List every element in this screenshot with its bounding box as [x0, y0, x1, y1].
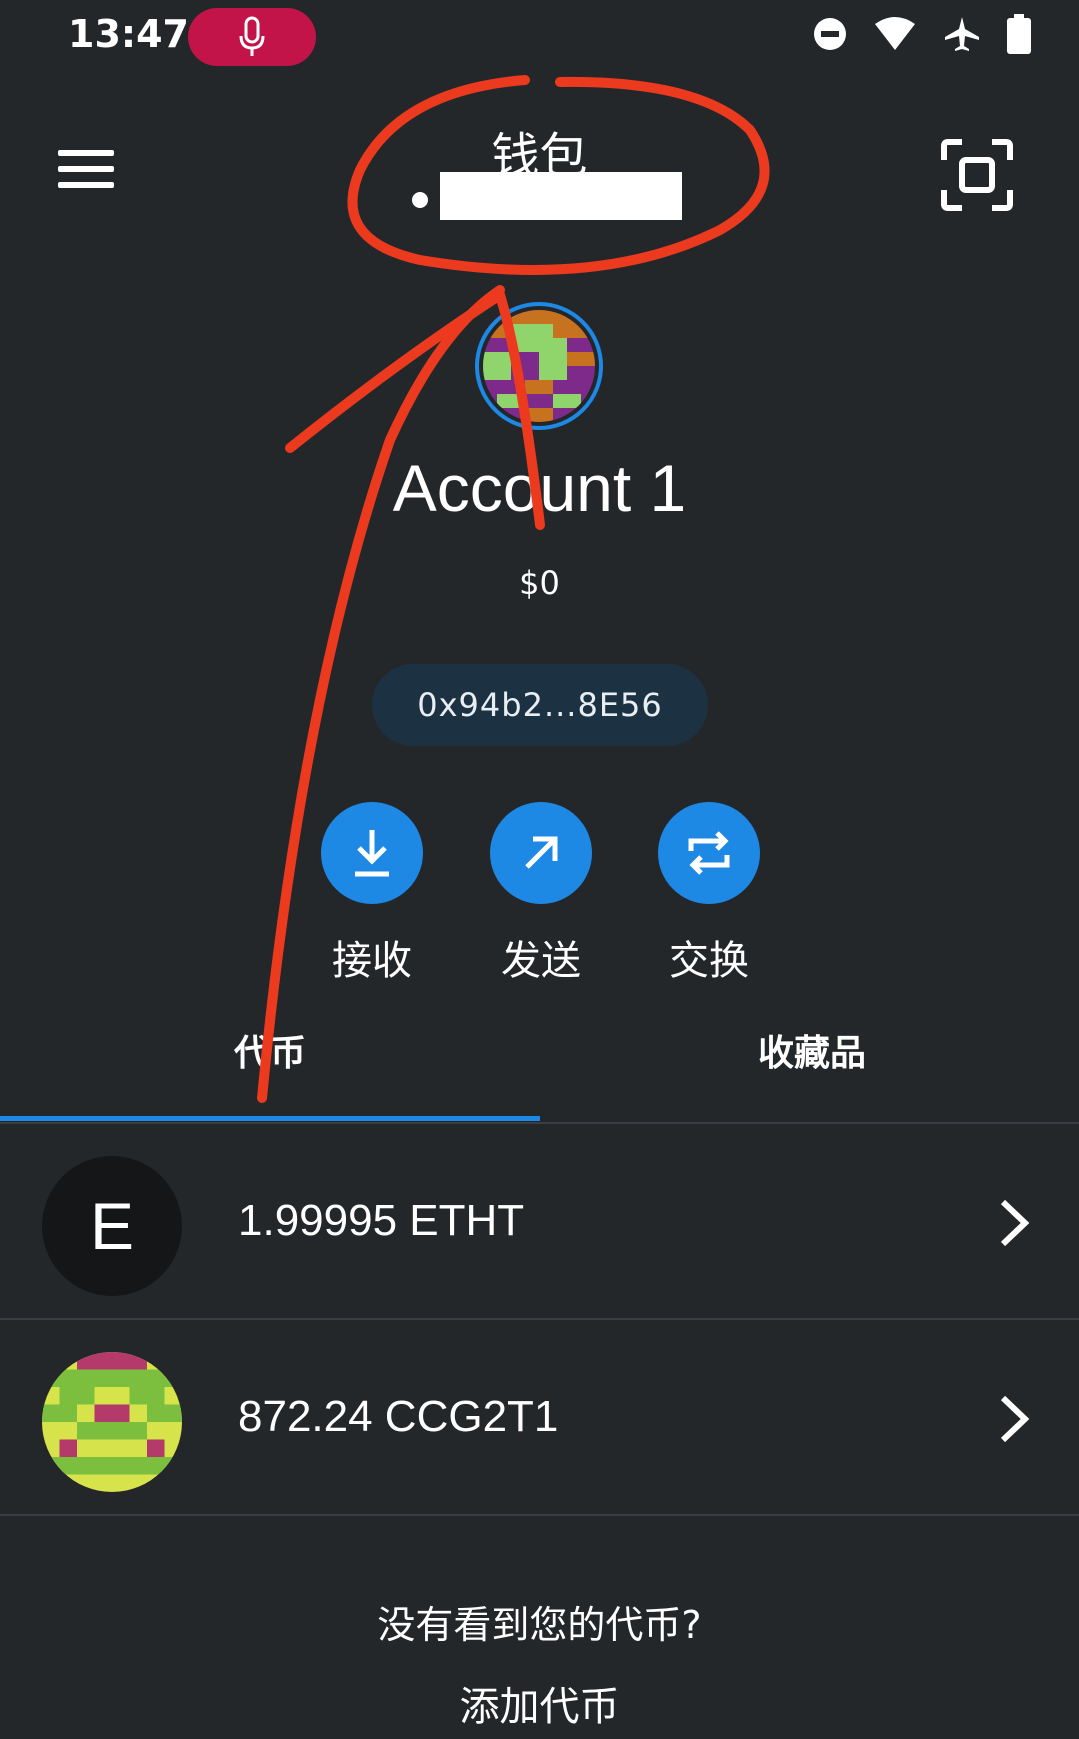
swap-label: 交换 — [669, 938, 749, 984]
address-text: 0x94b2...8E56 — [417, 686, 663, 724]
network-status-dot — [412, 192, 428, 208]
battery-icon — [1007, 14, 1031, 54]
identicon-avatar — [483, 310, 595, 422]
receive-icon — [321, 802, 423, 904]
account-name[interactable]: Account 1 — [0, 450, 1079, 526]
send-button[interactable]: 发送 — [481, 802, 601, 986]
tab-tokens[interactable]: 代币 — [234, 1024, 306, 1076]
receive-label: 接收 — [332, 938, 412, 984]
account-balance: $0 — [519, 564, 560, 602]
token-icon-ccg2t1 — [42, 1352, 182, 1492]
airplane-icon — [945, 17, 979, 51]
active-tab-indicator — [0, 1116, 540, 1121]
missing-token-question: 没有看到您的代币? — [377, 1603, 702, 1647]
status-time: 13:47 — [68, 12, 189, 56]
account-avatar[interactable] — [475, 302, 603, 430]
do-not-disturb-icon — [814, 18, 846, 50]
add-token-link[interactable]: 添加代币 — [0, 1674, 1079, 1732]
swap-button[interactable]: 交换 — [649, 802, 769, 986]
send-icon — [490, 802, 592, 904]
scan-icon[interactable] — [940, 138, 1014, 212]
mic-icon — [239, 16, 265, 56]
tab-collectibles[interactable]: 收藏品 — [758, 1024, 866, 1076]
status-icons — [813, 14, 1031, 54]
mic-indicator[interactable] — [188, 8, 316, 66]
chevron-right-icon — [1000, 1199, 1030, 1247]
swap-icon — [658, 802, 760, 904]
address-copy-button[interactable]: 0x94b2...8E56 — [372, 664, 708, 746]
token-amount: 1.99995 ETHT — [238, 1196, 525, 1245]
chevron-right-icon — [1000, 1395, 1030, 1443]
send-label: 发送 — [501, 938, 581, 984]
token-amount: 872.24 CCG2T1 — [238, 1392, 559, 1441]
receive-button[interactable]: 接收 — [312, 802, 432, 986]
network-name-redacted[interactable] — [440, 172, 682, 220]
token-row-ccg2t1[interactable]: 872.24 CCG2T1 — [0, 1320, 1079, 1516]
wifi-icon — [875, 17, 915, 50]
token-row-etht[interactable]: E 1.99995 ETHT — [0, 1124, 1079, 1320]
token-icon-etht: E — [42, 1156, 182, 1296]
